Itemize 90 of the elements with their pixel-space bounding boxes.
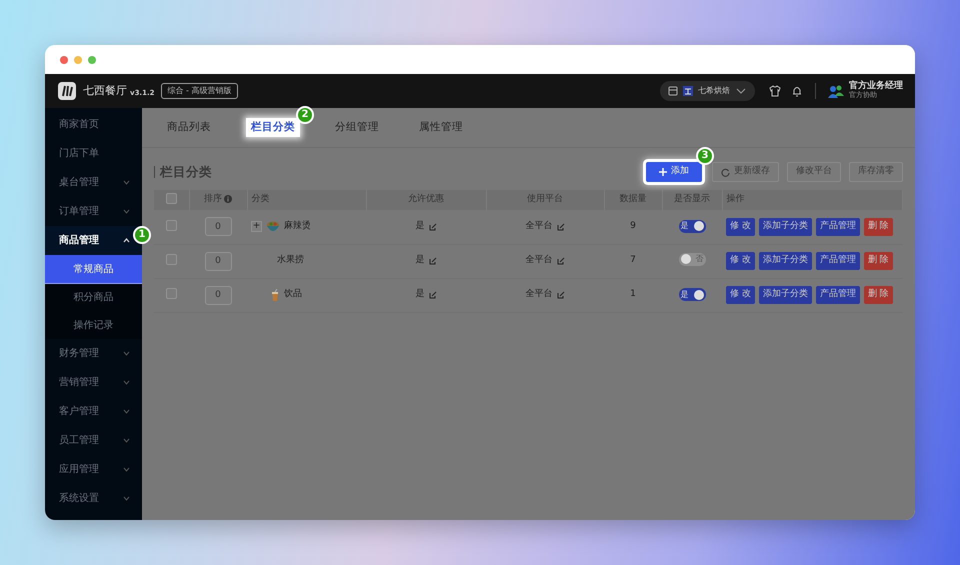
platform-value: 全平台 — [526, 220, 552, 233]
action-button[interactable]: 删 除 — [864, 218, 893, 236]
sidebar-item[interactable]: 订单管理 — [45, 197, 142, 226]
logo-icon — [57, 81, 77, 101]
platform-value: 全平台 — [526, 288, 552, 302]
sidebar-item[interactable]: 门店下单 — [45, 139, 142, 168]
action-button[interactable]: 删 除 — [864, 252, 893, 270]
shirt-icon — [769, 85, 781, 97]
sidebar-item[interactable]: 系统设置 — [45, 484, 142, 513]
bowl-icon — [266, 220, 280, 233]
category-name: 饮品 — [284, 288, 302, 302]
visibility-toggle[interactable]: 是 — [678, 288, 706, 301]
expand-button[interactable]: + — [251, 221, 262, 232]
chevron-down-icon — [735, 87, 747, 95]
row-checkbox[interactable] — [166, 220, 177, 232]
row-checkbox[interactable] — [166, 254, 177, 266]
edit-icon — [556, 222, 564, 231]
sidebar-subitem[interactable]: 常规商品 — [45, 255, 142, 283]
column-header: 使用平台 — [527, 194, 563, 204]
store-logo-icon — [683, 86, 693, 96]
edit-icon — [556, 257, 564, 265]
action-button[interactable]: 添加子分类 — [758, 252, 812, 270]
row-checkbox[interactable] — [166, 288, 177, 300]
action-button[interactable]: 删 除 — [864, 286, 893, 304]
sidebar-item[interactable]: 应用管理 — [45, 455, 142, 484]
sidebar-item[interactable]: 客户管理 — [45, 397, 142, 426]
sidebar-item[interactable]: 财务管理 — [45, 339, 142, 368]
action-button[interactable]: 修 改 — [726, 286, 755, 304]
bell-icon — [791, 85, 803, 97]
refresh-icon — [721, 168, 730, 176]
data-count: 9 — [630, 221, 636, 231]
store-selector[interactable]: 七希烘焙 — [660, 81, 755, 101]
minimize-dot[interactable] — [74, 56, 82, 64]
tab[interactable]: 商品列表 — [162, 118, 216, 138]
sidebar-item[interactable]: 桌台管理 — [45, 168, 142, 197]
discount-value: 是 — [416, 288, 424, 302]
sidebar-item[interactable]: 商家首页 — [45, 110, 142, 139]
plus-icon — [659, 168, 667, 176]
tab[interactable]: 栏目分类 — [246, 118, 300, 138]
add-button[interactable]: 添加 — [646, 162, 702, 182]
edit-icon — [428, 291, 436, 299]
sort-field[interactable]: 0 — [204, 286, 232, 304]
column-header: 允许优惠 — [408, 194, 444, 204]
action-button[interactable]: 产品管理 — [816, 286, 860, 304]
platform-value: 全平台 — [526, 254, 552, 268]
sidebar-item[interactable]: 员工管理 — [45, 426, 142, 455]
column-header: 操作 — [726, 194, 744, 204]
tab[interactable]: 分组管理 — [330, 118, 384, 138]
close-dot[interactable] — [60, 56, 68, 64]
store-icon — [668, 86, 678, 96]
edit-icon — [428, 222, 436, 231]
column-header: 分类 — [252, 194, 270, 204]
sort-field[interactable]: 0 — [204, 252, 232, 270]
section-title: 栏目分类 — [154, 166, 212, 178]
edit-icon — [556, 291, 564, 299]
user-name: 官方业务经理 — [849, 82, 903, 92]
refresh-button[interactable]: 更新缓存 — [712, 162, 779, 182]
edit-icon — [428, 257, 436, 265]
category-name: 麻辣烫 — [284, 220, 311, 233]
discount-value: 是 — [416, 254, 424, 268]
action-button[interactable]: 产品管理 — [816, 218, 860, 236]
zoom-dot[interactable] — [88, 56, 96, 64]
app-name: 七西餐厅 — [83, 82, 127, 99]
action-button[interactable]: 添加子分类 — [758, 218, 812, 236]
sort-field[interactable]: 0 — [204, 217, 232, 236]
data-count: 1 — [630, 289, 636, 300]
cup-icon — [270, 288, 280, 302]
action-button[interactable]: 添加子分类 — [758, 286, 812, 304]
info-icon — [224, 194, 232, 203]
edition-badge: 综合 - 高级营销版 — [160, 83, 238, 99]
sidebar-item[interactable]: 营销管理 — [45, 368, 142, 397]
action-button[interactable]: 产品管理 — [816, 252, 860, 270]
column-header: 排序 — [204, 194, 222, 204]
action-button[interactable]: 修 改 — [726, 252, 755, 270]
action-button[interactable]: 修 改 — [726, 218, 755, 236]
toolbar-button[interactable]: 修改平台 — [787, 162, 841, 182]
toolbar-button[interactable]: 库存清零 — [849, 162, 903, 182]
discount-value: 是 — [416, 220, 424, 233]
sidebar-subitem[interactable]: 积分商品 — [45, 283, 142, 311]
visibility-toggle[interactable]: 否 — [678, 252, 706, 266]
select-all-checkbox[interactable] — [166, 193, 177, 204]
sidebar-subitem[interactable]: 操作记录 — [45, 311, 142, 339]
column-header: 是否显示 — [674, 194, 710, 204]
column-header: 数据量 — [620, 194, 646, 204]
category-name: 水果捞 — [277, 254, 304, 268]
tab[interactable]: 属性管理 — [414, 118, 468, 138]
visibility-toggle[interactable]: 是 — [678, 220, 706, 233]
data-count: 7 — [630, 255, 636, 266]
user-avatar-icon — [828, 84, 844, 98]
step-badge: 3 — [696, 147, 714, 165]
